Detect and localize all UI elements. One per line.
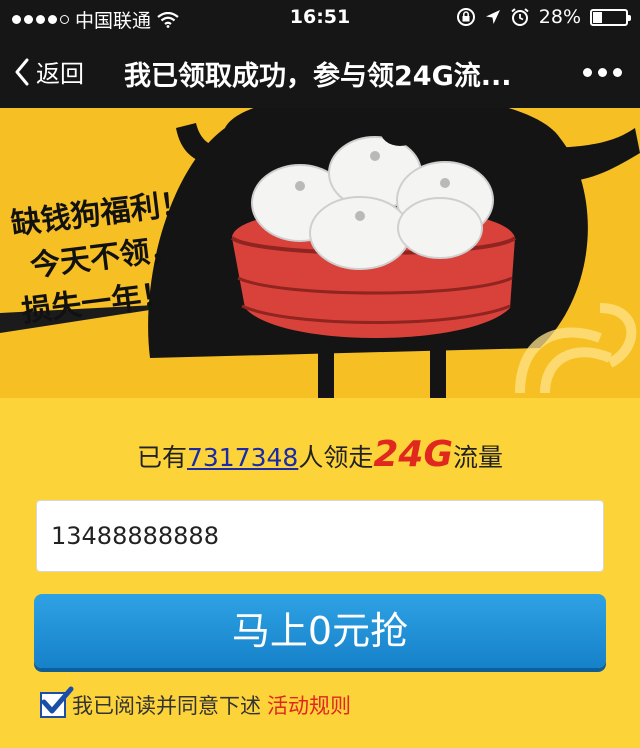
status-bar: 中国联通 16:51 28% <box>0 0 640 36</box>
orientation-lock-icon <box>456 8 475 26</box>
claim-free-button[interactable]: 马上0元抢 <box>34 594 606 668</box>
back-label: 返回 <box>36 60 84 88</box>
claim-count-link[interactable]: 7317348 <box>187 443 298 472</box>
checkmark-icon <box>41 686 74 714</box>
chevron-left-icon <box>15 58 29 85</box>
more-menu-icon[interactable] <box>583 68 622 77</box>
agreement-row: 我已阅读并同意下述 活动规则 <box>40 686 351 720</box>
back-button[interactable]: 返回 <box>14 54 84 89</box>
status-right: 28% <box>456 6 631 28</box>
nav-bar: 返回 我已领取成功，参与领24G流... <box>0 36 640 108</box>
claim-prefix: 已有 <box>136 443 187 472</box>
page-title: 我已领取成功，参与领24G流... <box>124 61 512 92</box>
claim-amount: 24G <box>373 434 453 475</box>
agreement-checkbox[interactable] <box>40 686 74 718</box>
phone-number-input[interactable]: 13488888888 <box>36 500 604 572</box>
claim-suffix: 流量 <box>453 443 504 472</box>
alarm-icon <box>511 8 529 26</box>
banner-slogan: 缺钱狗福利！ 今天不领， 损失一年！ <box>9 182 204 335</box>
activity-rules-link[interactable]: 活动规则 <box>267 690 351 720</box>
battery-icon <box>590 8 631 26</box>
location-icon <box>485 10 500 24</box>
claim-count-text: 已有7317348人领走24G流量 <box>0 434 640 475</box>
battery-percent: 28% <box>538 6 581 28</box>
agreement-text: 我已阅读并同意下述 <box>72 694 261 718</box>
promo-banner: 缺钱狗福利！ 今天不领， 损失一年！ <box>0 108 640 398</box>
claim-middle: 人领走 <box>298 443 374 472</box>
phone-number-value: 13488888888 <box>51 522 219 550</box>
